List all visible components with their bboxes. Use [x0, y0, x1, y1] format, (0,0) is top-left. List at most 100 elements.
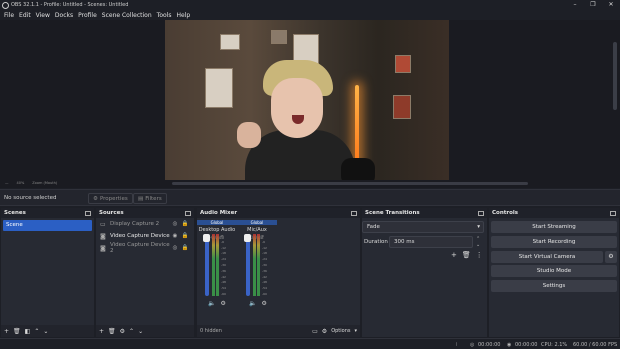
fader-handle[interactable] [244, 234, 251, 242]
vertical-scrollbar[interactable] [613, 42, 617, 110]
scene-list-item[interactable]: Scene [3, 220, 92, 231]
source-item[interactable]: ◙ Video Capture Device 2 ◎ 🔒 [96, 242, 194, 254]
source-item[interactable]: ▭ Display Capture 2 ◎ 🔒 [96, 218, 194, 230]
preview-area[interactable] [0, 20, 620, 180]
advanced-audio-icon[interactable]: ⚙ [322, 328, 327, 335]
window-title: OBS 32.1.1 - Profile: Untitled - Scenes:… [11, 2, 129, 8]
chevron-up-icon[interactable]: ⌃ [129, 328, 134, 335]
audio-mixer-dock: Audio Mixer Global Desktop Audio -0.0 dB… [197, 208, 360, 337]
undock-icon[interactable] [185, 210, 191, 216]
record-time: 00:00:00 [515, 342, 538, 348]
camera-icon: ◙ [100, 232, 106, 240]
start-streaming-button[interactable]: Start Streaming [491, 221, 617, 233]
fps-readout: 60.00 / 60.00 FPS [573, 342, 618, 348]
gear-icon[interactable]: ⚙ [120, 328, 125, 335]
transition-toolbar: + 🗑 ⋮ [451, 251, 483, 259]
meter-scale: 0 -6 -12 -18 -24 -30 -36 -42 -48 -54 -60 [221, 234, 226, 296]
sources-dock: Sources ▭ Display Capture 2 ◎ 🔒 ◙ Video … [96, 208, 194, 337]
trash-icon[interactable]: 🗑 [462, 251, 471, 259]
transition-select[interactable]: Fade ▾ [362, 221, 484, 233]
close-icon[interactable]: ✕ [602, 0, 620, 10]
title-bar: OBS 32.1.1 - Profile: Untitled - Scenes:… [0, 0, 620, 10]
duration-stepper[interactable]: ⌃ ⌄ [476, 236, 480, 248]
maximize-icon[interactable]: ❐ [584, 0, 602, 10]
no-source-label: No source selected [4, 195, 57, 201]
undock-icon[interactable] [478, 210, 484, 216]
caret-down-icon[interactable]: ▾ [354, 328, 357, 334]
gear-icon: ⚙ [93, 195, 98, 202]
options-button[interactable]: Options [331, 328, 350, 334]
start-virtual-camera-button[interactable]: Start Virtual Camera [491, 251, 603, 263]
sources-header: Sources [96, 208, 194, 218]
scenes-dock: Scenes Scene + 🗑 ◧ ⌃ ⌄ [1, 208, 94, 337]
menu-docks[interactable]: Docks [55, 12, 73, 19]
preview-left-label: — [5, 181, 9, 185]
add-icon[interactable]: + [99, 328, 104, 335]
visibility-icon[interactable]: ◎ [170, 221, 180, 227]
menu-profile[interactable]: Profile [78, 12, 97, 19]
webcam-person [237, 60, 375, 180]
visibility-icon[interactable]: ◉ [170, 233, 180, 239]
menu-help[interactable]: Help [176, 12, 190, 19]
settings-icon[interactable]: ⚙ [261, 300, 266, 307]
chevron-down-icon[interactable]: ⌄ [138, 328, 143, 335]
duration-input[interactable]: 300 ms [389, 236, 473, 248]
channel-name[interactable]: Mic/Aux [237, 227, 277, 233]
stream-time: 00:00:00 [478, 342, 501, 348]
filter-icon[interactable]: ◧ [25, 328, 31, 335]
lock-icon[interactable]: 🔒 [180, 233, 190, 239]
source-item[interactable]: ◙ Video Capture Device ◉ 🔒 [96, 230, 194, 242]
hidden-count[interactable]: 0 hidden [200, 328, 222, 334]
visibility-icon[interactable]: ◎ [170, 245, 180, 251]
meter-scale: 0 -6 -12 -18 -24 -30 -36 -42 -48 -54 -60 [262, 234, 267, 296]
settings-icon[interactable]: ⚙ [220, 300, 225, 307]
menu-view[interactable]: View [36, 12, 50, 19]
level-meter [257, 234, 260, 296]
menu-file[interactable]: File [4, 12, 14, 19]
mixer-toolbar: 0 hidden ▭ ⚙ Options ▾ [197, 325, 360, 337]
add-icon[interactable]: + [451, 251, 457, 259]
chevron-down-icon[interactable]: ⌄ [43, 328, 48, 335]
menu-edit[interactable]: Edit [19, 12, 31, 19]
filters-button[interactable]: ▤ Filters [133, 193, 167, 204]
lock-icon[interactable]: 🔒 [180, 245, 190, 251]
studio-mode-button[interactable]: Studio Mode [491, 265, 617, 277]
speaker-icon[interactable]: 🔈 [208, 300, 215, 307]
menu-scene-collection[interactable]: Scene Collection [102, 12, 152, 19]
canvas-label: Zoom (Mouth) [32, 181, 58, 185]
undock-icon[interactable] [85, 210, 91, 216]
chevron-down-icon: ▾ [477, 224, 480, 230]
channel-name[interactable]: Desktop Audio [197, 227, 237, 233]
audio-mixer-header: Audio Mixer [197, 208, 360, 218]
settings-button[interactable]: Settings [491, 280, 617, 292]
wall-poster [271, 30, 287, 44]
add-icon[interactable]: + [4, 328, 9, 335]
lock-icon[interactable]: 🔒 [180, 221, 190, 227]
trash-icon[interactable]: 🗑 [13, 328, 21, 335]
virtual-camera-settings-icon[interactable]: ⚙ [605, 251, 617, 263]
preview-canvas[interactable] [165, 20, 449, 180]
volume-fader[interactable] [205, 234, 209, 296]
menu-tools[interactable]: Tools [157, 12, 172, 19]
horizontal-scrollbar[interactable] [172, 182, 528, 185]
controls-header: Controls [489, 208, 619, 218]
undock-icon[interactable] [610, 210, 616, 216]
stream-status-icon: ⦚ [456, 342, 458, 348]
strip-controls: 🔈 ⚙ [249, 300, 267, 307]
volume-fader[interactable] [246, 234, 250, 296]
start-recording-button[interactable]: Start Recording [491, 236, 617, 248]
fader-handle[interactable] [203, 234, 210, 242]
speaker-icon[interactable]: 🔈 [249, 300, 256, 307]
minimize-icon[interactable]: – [566, 0, 584, 10]
level-meter [216, 234, 219, 296]
more-icon[interactable]: ⋮ [476, 251, 483, 259]
menu-bar: File Edit View Docks Profile Scene Colle… [0, 10, 620, 20]
chevron-up-icon[interactable]: ⌃ [34, 328, 39, 335]
obs-logo-icon [2, 1, 9, 9]
trash-icon[interactable]: 🗑 [108, 328, 116, 335]
properties-button[interactable]: ⚙ Properties [88, 193, 133, 204]
strip-controls: 🔈 ⚙ [208, 300, 226, 307]
mixer-layout-icon[interactable]: ▭ [312, 328, 318, 335]
undock-icon[interactable] [351, 210, 357, 216]
duration-label: Duration [364, 239, 388, 245]
